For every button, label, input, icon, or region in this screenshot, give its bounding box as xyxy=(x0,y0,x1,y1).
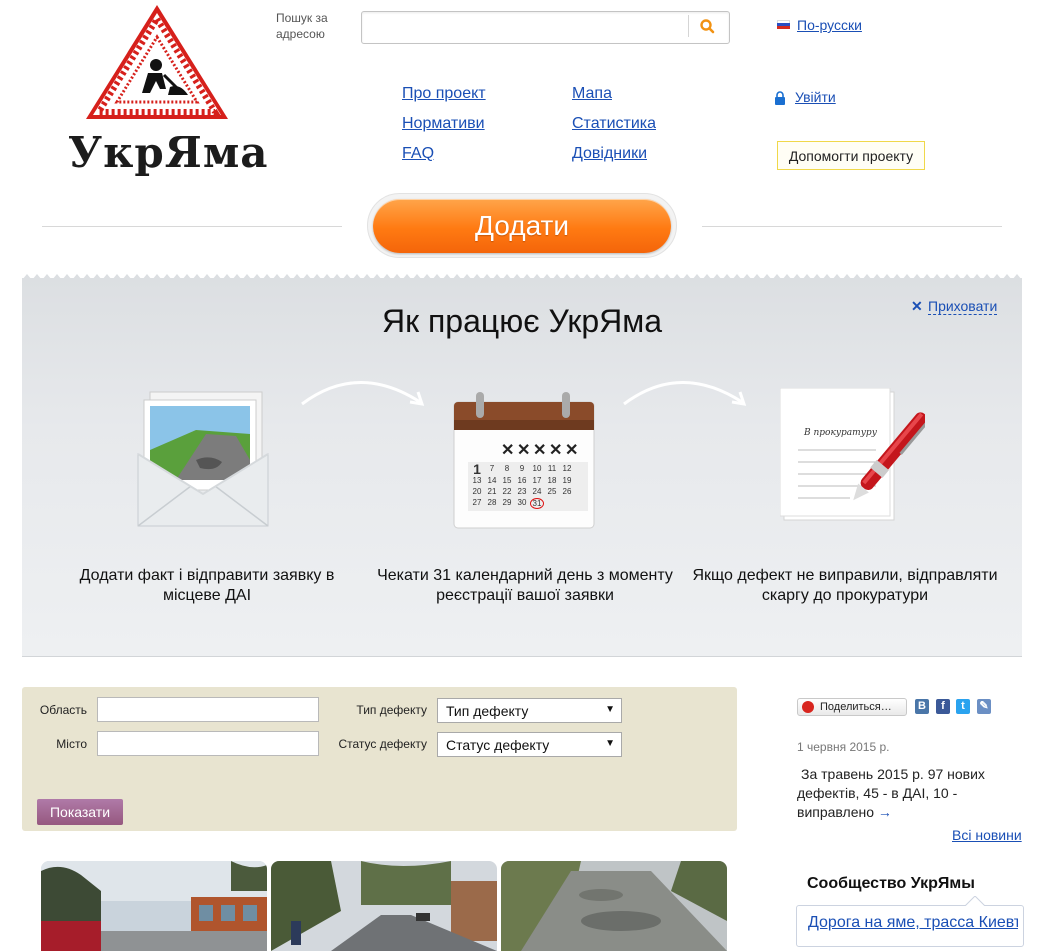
dropdown-arrow-icon: ▼ xyxy=(605,704,615,715)
city-input[interactable] xyxy=(97,731,319,756)
twitter-icon[interactable]: t xyxy=(956,699,970,714)
step-3-text: Якщо дефект не виправили, відправляти ск… xyxy=(692,567,998,604)
calendar-day: 30 xyxy=(517,498,527,507)
vk-icon[interactable]: B xyxy=(915,699,929,714)
nav-faq[interactable]: FAQ xyxy=(402,145,434,163)
news-more-arrow[interactable]: → xyxy=(878,804,892,820)
panel-title: Як працює УкрЯма xyxy=(381,303,663,339)
calendar-day: 11 xyxy=(547,464,557,473)
calendar-day-circled: 31 xyxy=(530,498,544,509)
photo-envelope-icon xyxy=(136,390,270,535)
news-item: За травень 2015 р. 97 нових дефектів, 45… xyxy=(797,765,997,822)
calendar-day: 18 xyxy=(547,476,557,485)
calendar-day: 21 xyxy=(487,487,497,496)
search-label: Пошук за адресою xyxy=(276,11,328,41)
calendar-day: 14 xyxy=(487,476,497,485)
calendar-day: 29 xyxy=(502,498,512,507)
calendar-day: 7 xyxy=(489,464,495,473)
defect-status-select[interactable]: Статус дефекту ▼ xyxy=(437,732,622,757)
community-title: Сообщество УкрЯмы xyxy=(807,875,975,892)
lock-icon xyxy=(774,91,786,105)
calendar-day: 8 xyxy=(504,464,510,473)
calendar-day: 27 xyxy=(472,498,482,507)
search-divider xyxy=(688,15,689,37)
nav-regulations[interactable]: Нормативи xyxy=(402,115,485,133)
divider-right xyxy=(702,226,1002,227)
defect-type-select[interactable]: Тип дефекту ▼ xyxy=(437,698,622,723)
nav-about[interactable]: Про проект xyxy=(402,85,486,103)
all-news-link[interactable]: Всі новини xyxy=(952,827,1022,843)
calendar-day: 1 xyxy=(473,461,481,477)
step-arrow-icon xyxy=(301,381,425,406)
step-arrow-icon xyxy=(623,381,747,406)
defect-photo[interactable] xyxy=(271,861,497,951)
search-button[interactable] xyxy=(695,15,719,37)
document-heading: В прокуратуру xyxy=(804,428,877,438)
defect-type-label: Тип дефекту xyxy=(356,703,427,717)
logo-emblem[interactable] xyxy=(84,3,230,121)
share-icon xyxy=(802,701,814,713)
news-date: 1 червня 2015 р. xyxy=(797,740,890,754)
calendar-day: 19 xyxy=(562,476,572,485)
calendar-day: 24 xyxy=(532,487,542,496)
calendar-day: 28 xyxy=(487,498,497,507)
language-link[interactable]: По-русски xyxy=(797,17,862,33)
crossed-day: ✕ xyxy=(549,442,563,459)
crossed-day: ✕ xyxy=(565,442,579,459)
dropdown-arrow-icon: ▼ xyxy=(605,738,615,749)
calendar-day: 10 xyxy=(532,464,542,473)
russia-flag-icon xyxy=(777,20,790,29)
calendar-day: 13 xyxy=(472,476,482,485)
crossed-day: ✕ xyxy=(501,442,515,459)
livejournal-icon[interactable]: ✎ xyxy=(977,699,991,714)
search-icon xyxy=(700,19,715,34)
defect-type-value: Тип дефекту xyxy=(446,703,529,719)
divider-left xyxy=(42,226,342,227)
calendar-day: 12 xyxy=(562,464,572,473)
defect-status-value: Статус дефекту xyxy=(446,737,550,753)
nav-directories[interactable]: Довідники xyxy=(572,145,647,163)
step-2-text: Чекати 31 календарний день з моменту реє… xyxy=(377,567,673,604)
defect-photo[interactable] xyxy=(501,861,727,951)
nav-map[interactable]: Мапа xyxy=(572,85,612,103)
city-label: Місто xyxy=(56,737,87,751)
crossed-day: ✕ xyxy=(533,442,547,459)
calendar-day: 16 xyxy=(517,476,527,485)
add-button[interactable]: Додати xyxy=(373,199,671,253)
community-card-pointer xyxy=(965,896,985,906)
region-input[interactable] xyxy=(97,697,319,722)
community-link[interactable]: Дорога на яме, трасса Киевъ Ромны А... xyxy=(808,914,1018,940)
region-label: Область xyxy=(39,703,87,717)
calendar-day: 9 xyxy=(519,464,525,473)
calendar-day: 25 xyxy=(547,487,557,496)
calendar-day: 26 xyxy=(562,487,572,496)
logo-wordmark[interactable]: УкрЯма xyxy=(68,128,269,177)
calendar-day: 23 xyxy=(517,487,527,496)
search-input[interactable] xyxy=(361,11,730,44)
share-button-label: Поделиться… xyxy=(820,701,892,713)
share-button[interactable]: Поделиться… xyxy=(797,698,907,716)
defect-status-label: Статус дефекту xyxy=(338,737,427,751)
calendar-day: 17 xyxy=(532,476,542,485)
calendar-grid: ✕ ✕ ✕ ✕ ✕ 1 7 8 9 10 11 12 13 14 15 16 1… xyxy=(468,440,588,511)
step-1-text: Додати факт і відправити заявку в місцев… xyxy=(79,567,335,604)
help-project-button[interactable]: Допомогти проекту xyxy=(777,141,925,170)
complaint-document-pen-icon xyxy=(779,387,929,533)
defect-photo[interactable] xyxy=(41,861,267,951)
login-link[interactable]: Увійти xyxy=(795,89,836,105)
calendar-day: 20 xyxy=(472,487,482,496)
calendar-day: 22 xyxy=(502,487,512,496)
facebook-icon[interactable]: f xyxy=(936,699,950,714)
calendar-day: 15 xyxy=(502,476,512,485)
crossed-day: ✕ xyxy=(517,442,531,459)
show-button[interactable]: Показати xyxy=(37,799,123,825)
nav-statistics[interactable]: Статистика xyxy=(572,115,656,133)
